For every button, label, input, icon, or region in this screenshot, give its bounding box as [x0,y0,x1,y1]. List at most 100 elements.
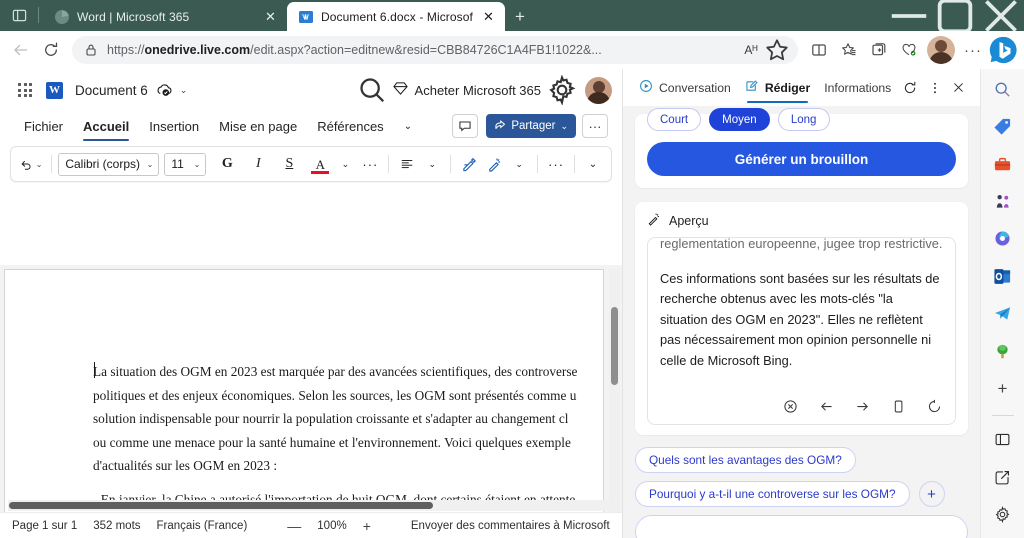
buy-microsoft-365-button[interactable]: Acheter Microsoft 365 [392,81,541,99]
ribbon-tab-accueil[interactable]: Accueil [73,116,139,141]
align-chevron-down-icon[interactable]: ⌄ [420,151,444,177]
add-suggestion-button[interactable]: + [918,481,945,507]
generate-draft-button[interactable]: Générer un brouillon [647,142,956,176]
document-canvas[interactable]: La situation des OGM en 2023 est marquée… [0,265,622,538]
ribbon-tab-mise-en-page[interactable]: Mise en page [209,116,307,137]
font-size-select[interactable]: 11 ⌄ [164,152,207,176]
dictate-magic-icon[interactable] [482,151,506,177]
tab-actions-icon[interactable] [0,0,38,31]
title-chevron-down-icon[interactable]: ⌄ [180,85,188,96]
star-icon[interactable] [764,37,790,63]
close-button[interactable] [978,0,1024,32]
length-chip-long[interactable]: Long [777,108,830,131]
comment-icon[interactable] [452,114,479,138]
minimize-button[interactable] [886,0,932,31]
ask-input-box[interactable] [635,515,968,538]
gear-icon[interactable] [987,501,1019,529]
length-chip-moyen[interactable]: Moyen [709,108,770,131]
ribbon-more-button[interactable]: ··· [582,114,608,138]
read-aloud-icon[interactable]: Aᴴ [738,43,764,57]
font-name-select[interactable]: Calibri (corps) ⌄ [58,152,160,176]
new-tab-button[interactable]: + [505,2,535,31]
preview-text-box[interactable]: reglementation europeenne, jugee trop re… [647,237,956,425]
bold-button[interactable]: G [215,151,239,177]
zoom-out-button[interactable]: — [287,518,301,534]
refresh-icon[interactable] [36,35,66,65]
telegram-icon[interactable] [987,300,1019,328]
more-vertical-icon[interactable] [923,75,947,101]
browser-more-icon[interactable]: ··· [958,35,988,65]
styles-icon[interactable] [457,151,481,177]
refresh-icon[interactable] [898,75,922,101]
waffle-icon[interactable] [10,75,40,105]
autosave-on-icon[interactable] [156,82,172,98]
ribbon-tab-fichier[interactable]: Fichier [14,116,73,137]
gear-icon[interactable] [547,75,577,105]
bing-tab-conversation[interactable]: Conversation [632,69,738,106]
suggestion-chip-avantages[interactable]: Quels sont les avantages des OGM? [635,447,856,473]
bing-tab-rediger[interactable]: Rédiger [738,69,817,106]
close-icon[interactable]: ✕ [262,8,279,25]
games-icon[interactable] [987,187,1019,215]
bing-chat-icon[interactable] [988,35,1018,65]
regenerate-icon[interactable] [925,397,943,415]
add-sidebar-app-button[interactable]: + [987,374,1019,402]
browser-tab-word-365[interactable]: Word | Microsoft 365 ✕ [43,2,287,31]
back-arrow-icon[interactable] [6,35,36,65]
document-page[interactable]: La situation des OGM en 2023 est marquée… [4,269,604,538]
language-indicator[interactable]: Français (France) [157,520,248,532]
font-color-button[interactable]: A [308,151,332,177]
outlook-icon[interactable] [987,262,1019,290]
split-pane-icon[interactable] [987,426,1019,454]
collections-icon[interactable] [864,35,894,65]
tools-icon[interactable] [987,150,1019,178]
toolbar-more-button[interactable]: ··· [544,151,568,177]
zoom-in-button[interactable]: + [363,518,371,534]
search-icon[interactable] [357,75,387,105]
user-avatar[interactable] [585,76,612,104]
split-screen-icon[interactable] [804,35,834,65]
document-paragraph-1[interactable]: La situation des OGM en 2023 est marquée… [93,360,622,478]
copy-icon[interactable] [889,397,907,415]
undo-chevron-down-icon[interactable]: ⌄ [36,160,43,169]
font-more-button[interactable]: ··· [358,151,382,177]
scrollbar-thumb[interactable] [9,502,433,509]
favorites-icon[interactable] [834,35,864,65]
copilot-icon[interactable] [987,225,1019,253]
font-color-chevron-down-icon[interactable]: ⌄ [333,151,357,177]
close-icon[interactable] [947,75,971,101]
italic-button[interactable]: I [246,151,270,177]
address-bar[interactable]: https://onedrive.live.com/edit.aspx?acti… [72,36,798,64]
browser-tab-document6[interactable]: Document 6.docx - Microsoft W ✕ [287,2,505,31]
ribbon-tab-insertion[interactable]: Insertion [139,116,209,137]
vertical-scrollbar[interactable] [609,269,620,538]
close-icon[interactable]: ✕ [480,8,497,25]
search-icon[interactable] [987,75,1019,103]
suggestion-chip-controverse[interactable]: Pourquoi y a-t-il une controverse sur le… [635,481,910,507]
bing-tab-informations[interactable]: Informations [817,69,898,106]
maximize-button[interactable] [932,0,978,33]
previous-arrow-icon[interactable] [817,397,835,415]
underline-button[interactable]: S [277,151,301,177]
toolbar-expand-chevron-down-icon[interactable]: ⌄ [581,151,605,177]
tree-icon[interactable] [987,337,1019,365]
share-button[interactable]: Partager ⌄ [486,114,576,138]
open-in-browser-icon[interactable] [987,463,1019,491]
discard-icon[interactable] [781,397,799,415]
address-bar-text: https://onedrive.live.com/edit.aspx?acti… [107,43,602,57]
length-chip-court[interactable]: Court [647,108,702,131]
horizontal-scrollbar[interactable] [8,500,612,511]
ribbon-overflow-chevron-down-icon[interactable]: ⌄ [394,118,422,135]
dictate-chevron-down-icon[interactable]: ⌄ [507,151,531,177]
send-feedback-link[interactable]: Envoyer des commentaires à Microsoft [411,520,610,532]
next-arrow-icon[interactable] [853,397,871,415]
undo-button[interactable]: ⌄ [17,151,45,177]
align-left-icon[interactable] [395,151,419,177]
zoom-level[interactable]: 100% [317,520,346,532]
shopping-tag-icon[interactable] [987,112,1019,140]
scrollbar-thumb[interactable] [611,307,618,385]
browser-essentials-icon[interactable] [894,35,924,65]
ribbon-tab-references[interactable]: Références [307,116,393,137]
profile-avatar[interactable] [927,36,955,64]
document-title[interactable]: Document 6 [75,83,148,98]
